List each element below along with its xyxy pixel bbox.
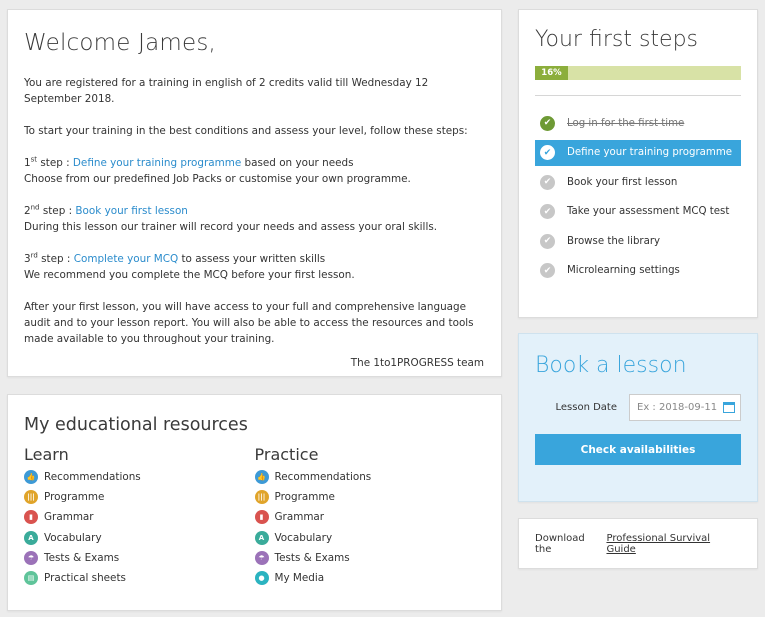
media-icon: ● xyxy=(254,571,269,586)
learn-item-programme[interactable]: ||| Programme xyxy=(24,487,255,507)
learn-column: Learn 👍 Recommendations ||| Programme ▮ Gramm… xyxy=(24,445,255,588)
step-label: Take your assessment MCQ test xyxy=(567,206,730,217)
steps-list: ✔ Log in for the first time ✔ Define your t… xyxy=(535,110,741,284)
resource-label: Practical sheets xyxy=(44,572,126,585)
step2-description: During this lesson our trainer will reco… xyxy=(24,221,438,233)
step-item-4[interactable]: ✔ Take your assessment MCQ test xyxy=(535,199,741,225)
step-item-2[interactable]: ✔ Define your training programme xyxy=(535,139,741,166)
lesson-date-input[interactable]: Ex : 2018-09-11 xyxy=(629,394,741,421)
practice-item-vocabulary[interactable]: A Vocabulary xyxy=(254,528,486,548)
practice-item-my-media[interactable]: ● My Media xyxy=(254,568,486,588)
first-steps-title: Your first steps xyxy=(535,27,698,52)
practice-column: Practice 👍 Recommendations ||| Programme ▮ Gr… xyxy=(254,445,486,588)
check-availabilities-button[interactable]: Check availabilities xyxy=(535,434,741,465)
learn-item-practical-sheets[interactable]: ▤ Practical sheets xyxy=(24,568,255,588)
resource-label: Recommendations xyxy=(44,471,141,484)
lesson-date-placeholder: Ex : 2018-09-11 xyxy=(637,402,718,413)
check-icon: ✔ xyxy=(540,145,555,160)
first-steps-card: Your first steps 16% ✔ Log in for the fir… xyxy=(518,9,758,318)
check-icon: ✔ xyxy=(540,204,555,219)
step3-description: We recommend you complete the MCQ before… xyxy=(24,269,355,281)
registration-text: You are registered for a training in eng… xyxy=(24,77,429,105)
define-programme-link[interactable]: Define your training programme xyxy=(73,157,241,169)
learn-item-vocabulary[interactable]: A Vocabulary xyxy=(24,528,255,548)
progress-bar: 16% xyxy=(535,66,741,80)
book-lesson-card: Book a lesson Lesson Date Ex : 2018-09-1… xyxy=(518,333,758,502)
signature: The 1to1PROGRESS team xyxy=(350,357,484,369)
step-item-3[interactable]: ✔ Book your first lesson xyxy=(535,169,741,195)
tests-icon: ☂ xyxy=(254,550,269,565)
vocabulary-icon: A xyxy=(254,530,269,545)
progress-fill: 16% xyxy=(535,66,568,80)
step-label: Browse the library xyxy=(567,235,661,247)
welcome-title: Welcome James, xyxy=(24,30,217,56)
calendar-icon[interactable] xyxy=(723,402,735,413)
grammar-icon: ▮ xyxy=(254,510,269,525)
sheets-icon: ▤ xyxy=(24,571,38,586)
step-label: Book your first lesson xyxy=(567,176,678,188)
resource-label: My Media xyxy=(274,572,325,585)
learn-item-tests-exams[interactable]: ☂ Tests & Exams xyxy=(24,548,255,568)
book-first-lesson-link[interactable]: Book your first lesson xyxy=(75,205,188,217)
step-item-5[interactable]: ✔ Browse the library xyxy=(535,228,741,254)
resource-label: Grammar xyxy=(274,511,325,524)
resource-label: Vocabulary xyxy=(274,531,333,544)
resources-title: My educational resources xyxy=(24,415,248,435)
resource-label: Programme xyxy=(274,491,335,504)
resource-label: Tests & Exams xyxy=(274,551,350,564)
step1-line: 1st step : Define your training programm… xyxy=(24,155,354,169)
resource-label: Tests & Exams xyxy=(44,551,120,564)
check-icon: ✔ xyxy=(540,174,555,190)
practice-item-tests-exams[interactable]: ☂ Tests & Exams xyxy=(254,548,486,568)
complete-mcq-link[interactable]: Complete your MCQ xyxy=(74,253,178,265)
grammar-icon: ▮ xyxy=(24,510,38,525)
step1-description: Choose from our predefined Job Packs or … xyxy=(24,173,411,185)
download-card: Download the Professional Survival Guide xyxy=(518,518,758,569)
resource-label: Recommendations xyxy=(274,471,372,484)
practice-item-programme[interactable]: ||| Programme xyxy=(254,487,486,507)
thumbs-up-icon: 👍 xyxy=(254,470,269,485)
welcome-card: Welcome James, You are registered for a … xyxy=(7,9,502,377)
vocabulary-icon: A xyxy=(24,530,38,545)
check-icon: ✔ xyxy=(540,233,555,249)
learn-item-grammar[interactable]: ▮ Grammar xyxy=(24,507,255,527)
step3-line: 3rd step : Complete your MCQ to assess y… xyxy=(24,251,326,265)
step-item-6[interactable]: ✔ Microlearning settings xyxy=(535,258,741,284)
download-prefix: Download the xyxy=(535,532,585,555)
tests-icon: ☂ xyxy=(24,550,38,565)
step-label: Define your training programme xyxy=(567,147,733,158)
resource-label: Grammar xyxy=(44,511,94,524)
thumbs-up-icon: 👍 xyxy=(24,470,38,485)
step-label: Microlearning settings xyxy=(567,265,680,276)
resources-card: My educational resources Learn 👍 Recommen… xyxy=(7,394,502,611)
step-item-1[interactable]: ✔ Log in for the first time xyxy=(535,110,741,136)
learn-heading: Learn xyxy=(24,445,69,464)
check-icon: ✔ xyxy=(540,115,555,131)
resource-label: Vocabulary xyxy=(44,531,102,544)
after-lesson-text: After your first lesson, you will have a… xyxy=(24,301,474,345)
learn-item-recommendations[interactable]: 👍 Recommendations xyxy=(24,467,255,487)
practice-heading: Practice xyxy=(254,445,319,464)
divider xyxy=(535,95,741,96)
check-icon: ✔ xyxy=(540,263,555,278)
step-label: Log in for the first time xyxy=(567,117,685,129)
programme-icon: ||| xyxy=(24,490,38,505)
practice-item-recommendations[interactable]: 👍 Recommendations xyxy=(254,467,486,487)
practice-item-grammar[interactable]: ▮ Grammar xyxy=(254,507,486,527)
step2-line: 2nd step : Book your first lesson xyxy=(24,203,188,217)
book-lesson-title: Book a lesson xyxy=(535,353,687,378)
lesson-date-label: Lesson Date xyxy=(555,402,617,413)
resource-label: Programme xyxy=(44,491,105,504)
programme-icon: ||| xyxy=(254,490,269,505)
intro-text: To start your training in the best condi… xyxy=(24,125,468,137)
survival-guide-link[interactable]: Professional Survival Guide xyxy=(606,533,741,555)
